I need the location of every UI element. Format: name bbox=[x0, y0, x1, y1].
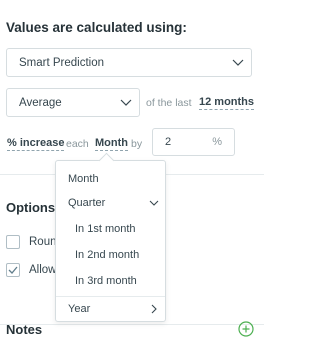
menu-item-label: In 3rd month bbox=[75, 275, 137, 287]
round-checkbox[interactable] bbox=[6, 235, 20, 249]
each-text: each bbox=[66, 138, 89, 150]
menu-item-label: In 1st month bbox=[75, 223, 136, 235]
period-link[interactable]: Month bbox=[95, 137, 128, 151]
aggregation-select[interactable]: Average bbox=[6, 88, 140, 117]
chevron-down-icon bbox=[143, 198, 165, 208]
chevron-down-icon bbox=[225, 59, 251, 67]
aggregation-value: Average bbox=[19, 96, 62, 109]
check-icon bbox=[8, 266, 18, 274]
period-length-link[interactable]: 12 months bbox=[199, 96, 255, 110]
percent-unit: % bbox=[212, 136, 222, 148]
menu-item-label: Year bbox=[68, 303, 91, 315]
menu-item-month[interactable]: Month bbox=[56, 167, 165, 191]
page-heading: Values are calculated using: bbox=[6, 20, 187, 35]
menu-item-quarter-third-month[interactable]: In 3rd month bbox=[56, 269, 165, 293]
allow-checkbox[interactable] bbox=[6, 263, 20, 277]
notes-title: Notes bbox=[6, 322, 43, 337]
menu-item-label: Quarter bbox=[68, 197, 106, 209]
chevron-down-icon bbox=[113, 99, 139, 107]
of-the-last-text: of the last bbox=[146, 97, 192, 109]
menu-item-label: In 2nd month bbox=[75, 249, 140, 261]
calculation-method-value: Smart Prediction bbox=[19, 56, 105, 69]
plus-circle-icon[interactable] bbox=[238, 321, 254, 337]
change-type-link[interactable]: % increase bbox=[7, 137, 65, 151]
round-label: Roun bbox=[29, 236, 57, 248]
allow-label: Allow bbox=[29, 264, 57, 276]
menu-item-quarter-first-month[interactable]: In 1st month bbox=[56, 217, 165, 241]
menu-item-quarter[interactable]: Quarter bbox=[56, 191, 165, 215]
menu-item-year[interactable]: Year bbox=[56, 297, 165, 321]
increase-value-input[interactable]: 2 % bbox=[152, 128, 235, 156]
menu-item-quarter-second-month[interactable]: In 2nd month bbox=[56, 243, 165, 267]
period-dropdown-menu: Month Quarter In 1st month In 2nd month … bbox=[55, 160, 166, 322]
chevron-right-icon bbox=[143, 304, 165, 314]
by-text: by bbox=[131, 138, 143, 150]
menu-item-label: Month bbox=[68, 173, 99, 185]
options-title: Options bbox=[6, 200, 56, 215]
increase-value: 2 bbox=[165, 136, 172, 148]
calculation-method-select[interactable]: Smart Prediction bbox=[6, 48, 252, 77]
